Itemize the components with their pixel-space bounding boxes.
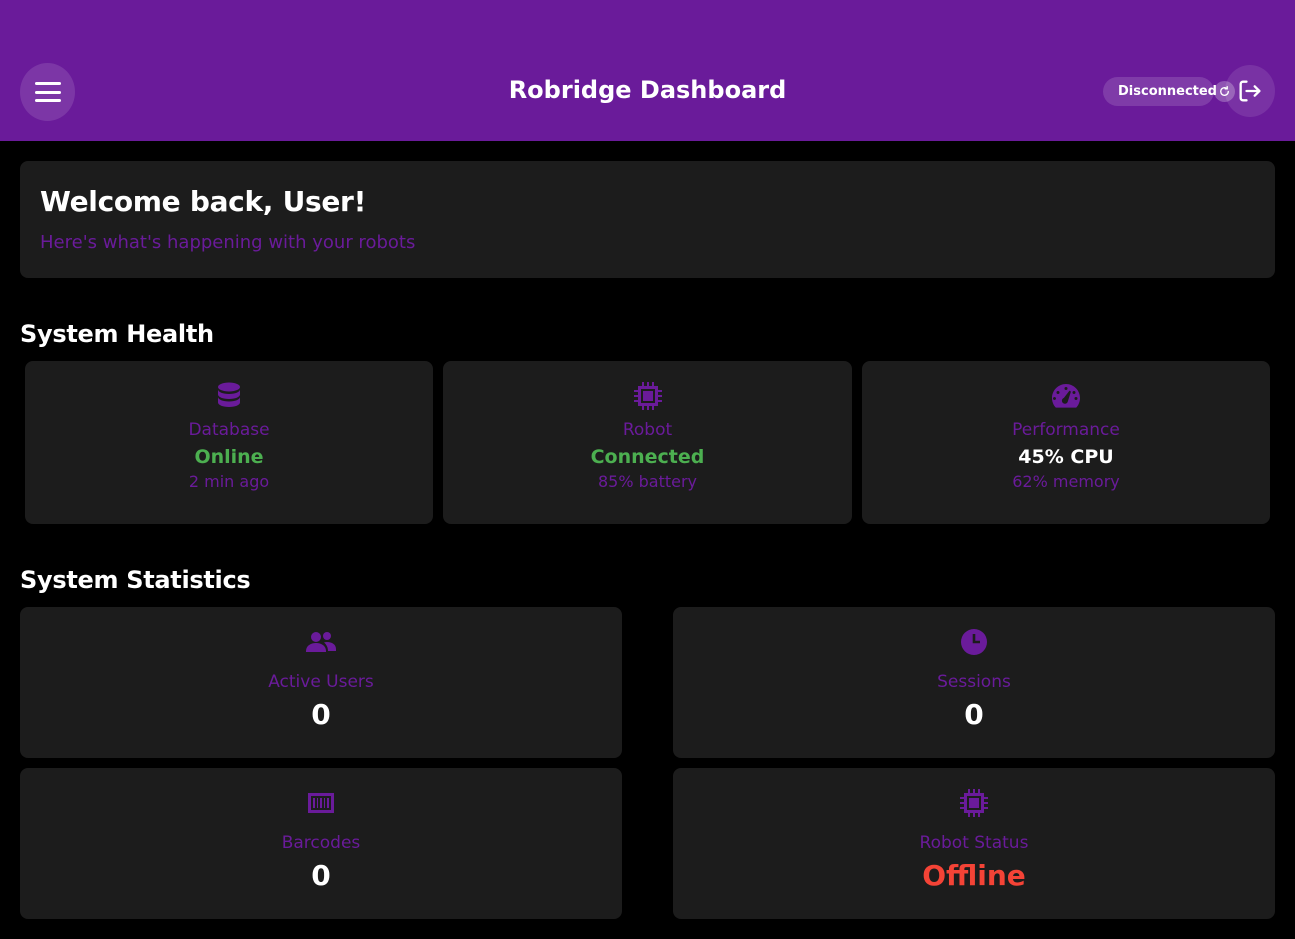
card-subtext: 85% battery — [597, 472, 698, 491]
card-label: Performance — [1012, 420, 1120, 440]
chip-icon — [960, 788, 988, 818]
system-statistics-title: System Statistics — [20, 566, 251, 594]
barcodes-card: Barcodes 0 — [20, 768, 622, 919]
connection-status-badge: Disconnected — [1103, 77, 1217, 106]
card-value: Offline — [922, 859, 1026, 892]
card-subtext: 62% memory — [1012, 472, 1120, 491]
logout-icon — [1239, 80, 1261, 102]
app-title: Robridge Dashboard — [508, 76, 787, 104]
card-label: Barcodes — [281, 833, 361, 853]
sessions-card: Sessions 0 — [673, 607, 1275, 758]
card-value: 45% CPU — [1018, 446, 1114, 468]
top-app-bar: Robridge Dashboard Disconnected — [0, 0, 1295, 141]
system-health-title: System Health — [20, 320, 214, 348]
card-value: Connected — [590, 446, 705, 468]
card-value: Online — [194, 446, 264, 468]
chip-icon — [633, 381, 662, 411]
database-health-card: Database Online 2 min ago — [25, 361, 433, 524]
welcome-card: Welcome back, User! Here's what's happen… — [20, 161, 1275, 278]
welcome-subtitle: Here's what's happening with your robots — [40, 232, 416, 253]
card-label: Sessions — [937, 672, 1011, 692]
gauge-icon — [1051, 381, 1081, 411]
users-icon — [306, 627, 336, 657]
card-value: 0 — [311, 859, 331, 892]
robot-status-card: Robot Status Offline — [673, 768, 1275, 919]
card-label: Active Users — [268, 672, 374, 692]
connection-status-text: Disconnected — [1118, 84, 1217, 99]
card-label: Database — [188, 420, 270, 440]
active-users-card: Active Users 0 — [20, 607, 622, 758]
barcode-icon — [308, 788, 334, 818]
card-subtext: 2 min ago — [188, 472, 270, 491]
card-label: Robot Status — [919, 833, 1029, 853]
welcome-title: Welcome back, User! — [40, 185, 367, 218]
card-label: Robot — [622, 420, 673, 440]
clock-icon — [961, 627, 987, 657]
logout-button[interactable] — [1225, 65, 1275, 117]
card-value: 0 — [311, 698, 331, 731]
card-value: 0 — [964, 698, 984, 731]
performance-health-card: Performance 45% CPU 62% memory — [862, 361, 1270, 524]
database-icon — [217, 381, 241, 411]
robot-health-card: Robot Connected 85% battery — [443, 361, 852, 524]
